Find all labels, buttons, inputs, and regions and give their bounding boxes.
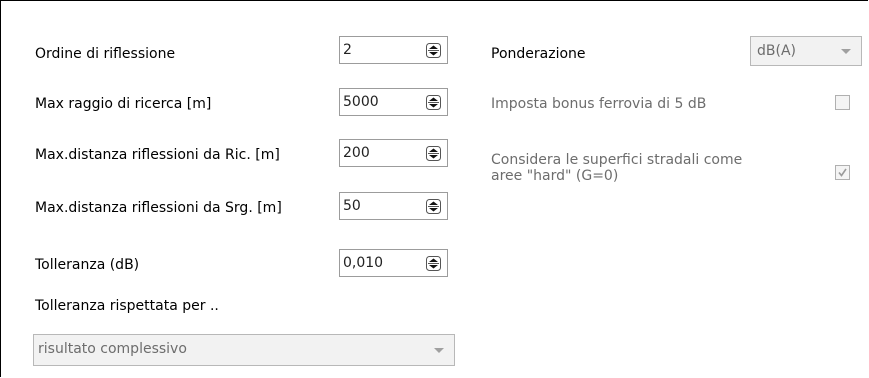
weighting-label: Ponderazione <box>491 46 586 62</box>
up-down-arrows-icon[interactable] <box>426 146 441 161</box>
chevron-down-icon[interactable] <box>434 348 444 353</box>
reflection-order-spinner[interactable]: 2 <box>339 36 448 64</box>
reflection-settings-panel: Ordine di riflessione 2 Max raggio di ri… <box>0 0 868 377</box>
chevron-down-icon[interactable] <box>841 49 851 54</box>
tolerance-target-value[interactable]: risultato complessivo <box>38 340 187 358</box>
max-dist-source-label: Max.distanza riflessioni da Srg. [m] <box>35 200 282 216</box>
tolerance-spinner[interactable]: 0,010 <box>339 249 448 277</box>
tolerance-value[interactable]: 0,010 <box>343 254 383 272</box>
tolerance-label: Tolleranza (dB) <box>35 257 140 273</box>
hard-surfaces-label-line2: aree "hard" (G=0) <box>491 168 619 184</box>
weighting-value[interactable]: dB(A) <box>757 42 796 60</box>
weighting-select[interactable]: dB(A) <box>750 36 862 66</box>
up-down-arrows-icon[interactable] <box>426 43 441 58</box>
max-dist-source-value[interactable]: 50 <box>343 197 361 215</box>
tolerance-target-select[interactable]: risultato complessivo <box>33 334 455 366</box>
up-down-arrows-icon[interactable] <box>426 199 441 214</box>
max-search-radius-spinner[interactable]: 5000 <box>339 88 448 116</box>
max-search-radius-value[interactable]: 5000 <box>343 93 379 111</box>
reflection-order-value[interactable]: 2 <box>343 41 352 59</box>
check-icon <box>838 168 847 177</box>
up-down-arrows-icon[interactable] <box>426 256 441 271</box>
reflection-order-label: Ordine di riflessione <box>35 46 176 62</box>
max-dist-source-spinner[interactable]: 50 <box>339 192 448 220</box>
max-search-radius-label: Max raggio di ricerca [m] <box>35 96 212 112</box>
railway-bonus-checkbox[interactable] <box>835 95 850 110</box>
up-down-arrows-icon[interactable] <box>426 95 441 110</box>
max-dist-receiver-label: Max.distanza riflessioni da Ric. [m] <box>35 147 280 163</box>
max-dist-receiver-value[interactable]: 200 <box>343 144 370 162</box>
tolerance-target-label: Tolleranza rispettata per .. <box>35 298 219 314</box>
railway-bonus-label: Imposta bonus ferrovia di 5 dB <box>491 96 707 112</box>
max-dist-receiver-spinner[interactable]: 200 <box>339 139 448 167</box>
hard-surfaces-checkbox[interactable] <box>835 165 850 180</box>
